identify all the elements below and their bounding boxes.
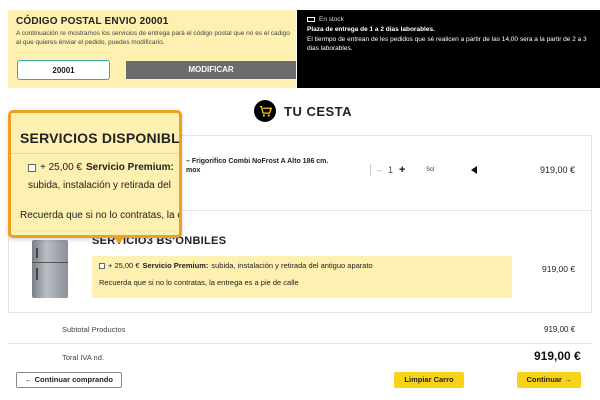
truck-icon — [307, 17, 315, 22]
postal-code-input[interactable] — [17, 60, 110, 80]
quantity-value: 1 — [388, 165, 394, 175]
decrease-button[interactable]: – — [377, 165, 382, 175]
subtotal-label: Subtotal Productos — [62, 325, 126, 334]
cart-title: TU CESTA — [284, 103, 353, 119]
callout-premium-description: subida, instalación y retirada del — [28, 180, 171, 191]
product-name-line1: – Frigorifico Combi NoFrost A Alto 186 c… — [186, 158, 329, 165]
postal-title: CÓDIGO POSTAL ENVIO 20001 — [16, 16, 169, 27]
quantity-stepper: – 1 + — [370, 164, 405, 176]
cart-icon — [254, 100, 276, 122]
stock-panel: En stock Plaza de entrega de 1 a 2 dias … — [297, 10, 600, 88]
modify-button[interactable]: MODIFICAR — [126, 61, 296, 79]
stock-text: El tiermpo de entrean de les pedidos que… — [307, 36, 587, 52]
callout-pointer-icon — [113, 236, 125, 244]
product-name-line2: mox — [186, 167, 201, 174]
premium-price: + 25,00 € — [108, 261, 140, 270]
divider — [11, 153, 179, 154]
callout-premium-label: Servicio Premium: — [85, 162, 174, 173]
fridge-handle — [36, 268, 38, 280]
premium-label: Servicio Premium: — [142, 261, 209, 270]
stock-headline: Plaza de entrega de 1 a 2 dias laborable… — [307, 26, 435, 33]
clear-cart-button[interactable]: Limpiar Carro — [394, 372, 464, 388]
subtotal-value: 919,00 € — [544, 325, 576, 334]
product-price: 919,00 € — [540, 165, 576, 175]
callout-checkbox[interactable] — [28, 163, 36, 172]
services-box: + 25,00 € Servicio Premium: subida, inst… — [92, 256, 512, 298]
callout-premium-option[interactable]: + 25,00 € Servicio Premium: — [28, 162, 174, 173]
service-note: Recuerda que si no lo contratas, la entr… — [99, 278, 299, 287]
services-price: 919,00 € — [542, 264, 576, 274]
callout-premium-price: + 25,00 € — [40, 162, 82, 173]
postal-code-panel: CÓDIGO POSTAL ENVIO 20001 A continuación… — [8, 10, 296, 88]
scl-label: Scl — [426, 167, 435, 173]
delete-icon[interactable] — [471, 166, 477, 174]
product-name[interactable]: – Frigorifico Combi NoFrost A Alto 186 c… — [186, 157, 328, 175]
total-value: 919,00 € — [534, 349, 581, 363]
premium-checkbox[interactable] — [99, 262, 105, 269]
continue-shopping-button[interactable]: ← Continuar comprando — [16, 372, 122, 388]
divider — [370, 164, 371, 176]
callout-services-box — [11, 153, 179, 199]
cart-heading: TU CESTA — [254, 100, 352, 122]
postal-description: A continuación re mostramos los servicio… — [16, 30, 290, 46]
increase-button[interactable]: + — [399, 164, 405, 176]
fridge-handle — [36, 248, 38, 258]
continue-button[interactable]: Continuar → — [517, 372, 581, 388]
premium-description: subida, instalación y retirada del antig… — [211, 261, 373, 270]
premium-service-option[interactable]: + 25,00 € Servicio Premium: subida, inst… — [99, 261, 505, 270]
zoom-callout: SERVICIOS DISPONIBLES + 25,00 € Servicio… — [8, 110, 182, 238]
callout-note: Recuerda que si no lo contratas, la e — [20, 210, 182, 221]
total-label: Toral IVA nd. — [62, 353, 104, 362]
stock-status: En stock — [307, 16, 590, 23]
stock-status-label: En stock — [319, 16, 344, 23]
fridge-image — [32, 240, 68, 298]
divider — [8, 343, 592, 344]
callout-title: SERVICIOS DISPONIBLES — [20, 130, 182, 146]
